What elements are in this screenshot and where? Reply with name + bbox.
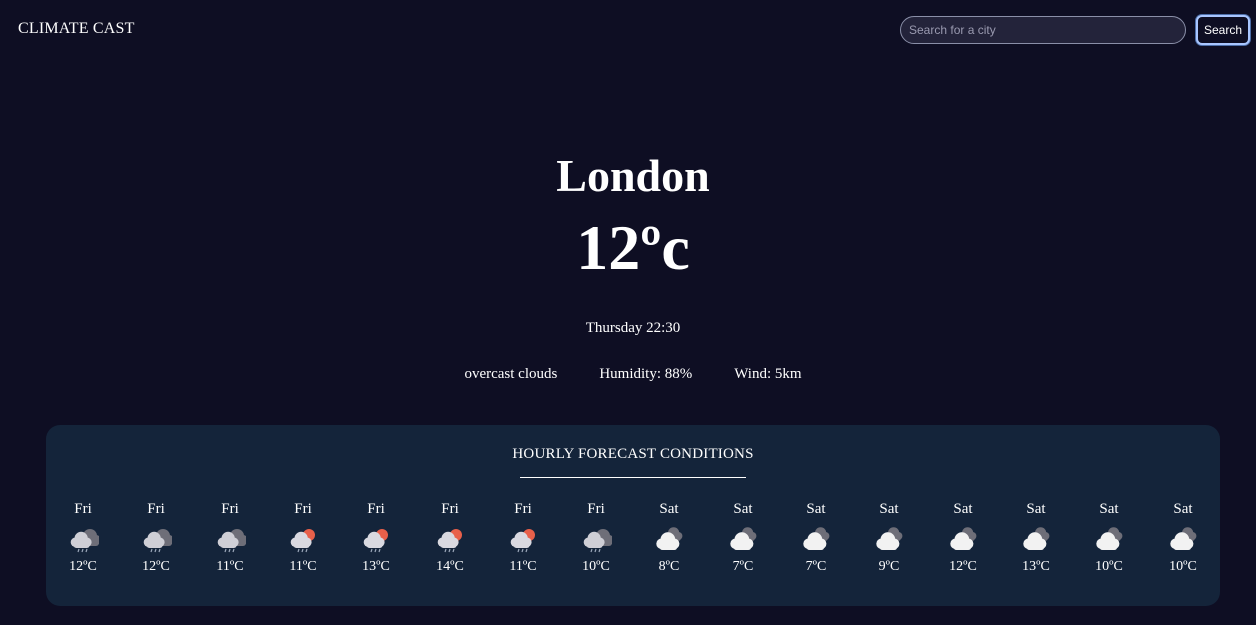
brand-title: CLIMATE CAST: [18, 20, 135, 37]
forecast-hour-item: Fri 11ºC: [273, 499, 333, 575]
forecast-hour-item: Sat 12ºC: [933, 499, 993, 575]
forecast-temperature: 14ºC: [436, 559, 464, 574]
forecast-hour-item: Fri 14ºC: [420, 499, 480, 575]
forecast-title-underline: [520, 477, 746, 478]
forecast-hour-item: Sat 10ºC: [1153, 499, 1213, 575]
forecast-day-label: Fri: [441, 501, 459, 517]
header: CLIMATE CAST Search: [0, 0, 1256, 60]
forecast-temperature: 11ºC: [509, 559, 537, 574]
forecast-day-label: Sat: [1173, 501, 1193, 517]
forecast-day-label: Sat: [1099, 501, 1119, 517]
sun-rain-cloud-icon: [437, 529, 462, 553]
search-input[interactable]: [900, 16, 1186, 44]
forecast-temperature: 12ºC: [949, 559, 977, 574]
hourly-forecast-panel: HOURLY FORECAST CONDITIONS Fri 12ºC Fri 12º…: [46, 425, 1220, 606]
overcast-clouds-icon: [730, 527, 757, 551]
forecast-hour-item: Fri 13ºC: [346, 499, 406, 575]
sun-rain-cloud-icon: [510, 529, 535, 553]
rain-cloud-icon: [143, 529, 172, 553]
forecast-temperature: 10ºC: [582, 559, 610, 574]
forecast-hour-item: Sat 8ºC: [639, 499, 699, 575]
forecast-hour-item: Sat 7ºC: [713, 499, 773, 575]
forecast-day-label: Fri: [294, 501, 312, 517]
forecast-hour-item: Fri 12ºC: [53, 499, 113, 575]
forecast-day-label: Fri: [514, 501, 532, 517]
forecast-hour-item: Sat 7ºC: [786, 499, 846, 575]
humidity: Humidity: 88%: [599, 366, 693, 382]
forecast-hour-item: Sat 13ºC: [1006, 499, 1066, 575]
forecast-day-label: Fri: [147, 501, 165, 517]
rain-cloud-icon: [217, 529, 246, 553]
forecast-temperature: 11ºC: [289, 559, 317, 574]
forecast-temperature: 7ºC: [805, 559, 827, 574]
forecast-day-label: Fri: [221, 501, 239, 517]
forecast-temperature: 9ºC: [878, 559, 900, 574]
forecast-day-label: Fri: [367, 501, 385, 517]
weather-details: overcast clouds Humidity: 88% Wind: 5km: [0, 366, 1256, 383]
overcast-clouds-icon: [876, 527, 903, 551]
forecast-day-label: Sat: [733, 501, 753, 517]
forecast-day-label: Sat: [1026, 501, 1046, 517]
sun-rain-cloud-icon: [290, 529, 315, 553]
overcast-clouds-icon: [950, 527, 977, 551]
sun-rain-cloud-icon: [363, 529, 388, 553]
search-button[interactable]: Search: [1196, 15, 1250, 45]
forecast-temperature: 10ºC: [1095, 559, 1123, 574]
forecast-hour-item: Fri 12ºC: [126, 499, 186, 575]
forecast-temperature: 12ºC: [142, 559, 170, 574]
forecast-hour-item: Fri 10ºC: [566, 499, 626, 575]
rain-cloud-icon: [70, 529, 99, 553]
forecast-hour-item: Sat 9ºC: [859, 499, 919, 575]
rain-cloud-icon: [583, 529, 612, 553]
forecast-day-label: Fri: [74, 501, 92, 517]
forecast-day-label: Sat: [659, 501, 679, 517]
forecast-hour-item: Fri 11ºC: [493, 499, 553, 575]
wind: Wind: 5km: [734, 366, 802, 382]
hourly-forecast-list: Fri 12ºC Fri 12ºC Fri 11ºC Fri 11ºC Fri 13ºC Fri 14…: [46, 499, 1220, 589]
forecast-temperature: 11ºC: [216, 559, 244, 574]
overcast-clouds-icon: [803, 527, 830, 551]
overcast-clouds-icon: [1023, 527, 1050, 551]
forecast-day-label: Sat: [879, 501, 899, 517]
current-datetime: Thursday 22:30: [585, 320, 681, 336]
overcast-clouds-icon: [656, 527, 683, 551]
overcast-clouds-icon: [1096, 527, 1123, 551]
forecast-day-label: Sat: [953, 501, 973, 517]
forecast-temperature: 12ºC: [69, 559, 97, 574]
forecast-temperature: 10ºC: [1169, 559, 1197, 574]
current-temperature: 12ºc: [576, 212, 690, 283]
forecast-day-label: Fri: [587, 501, 605, 517]
forecast-day-label: Sat: [806, 501, 826, 517]
forecast-hour-item: Sat 10ºC: [1079, 499, 1139, 575]
forecast-temperature: 13ºC: [1022, 559, 1050, 574]
city-name: London: [556, 150, 710, 201]
current-weather: London 12ºc: [0, 148, 1256, 288]
forecast-hour-item: Fri 11ºC: [200, 499, 260, 575]
forecast-title: HOURLY FORECAST CONDITIONS: [512, 446, 754, 462]
forecast-temperature: 8ºC: [658, 559, 680, 574]
forecast-temperature: 13ºC: [362, 559, 390, 574]
forecast-temperature: 7ºC: [732, 559, 754, 574]
weather-description: overcast clouds: [464, 366, 558, 382]
overcast-clouds-icon: [1170, 527, 1197, 551]
